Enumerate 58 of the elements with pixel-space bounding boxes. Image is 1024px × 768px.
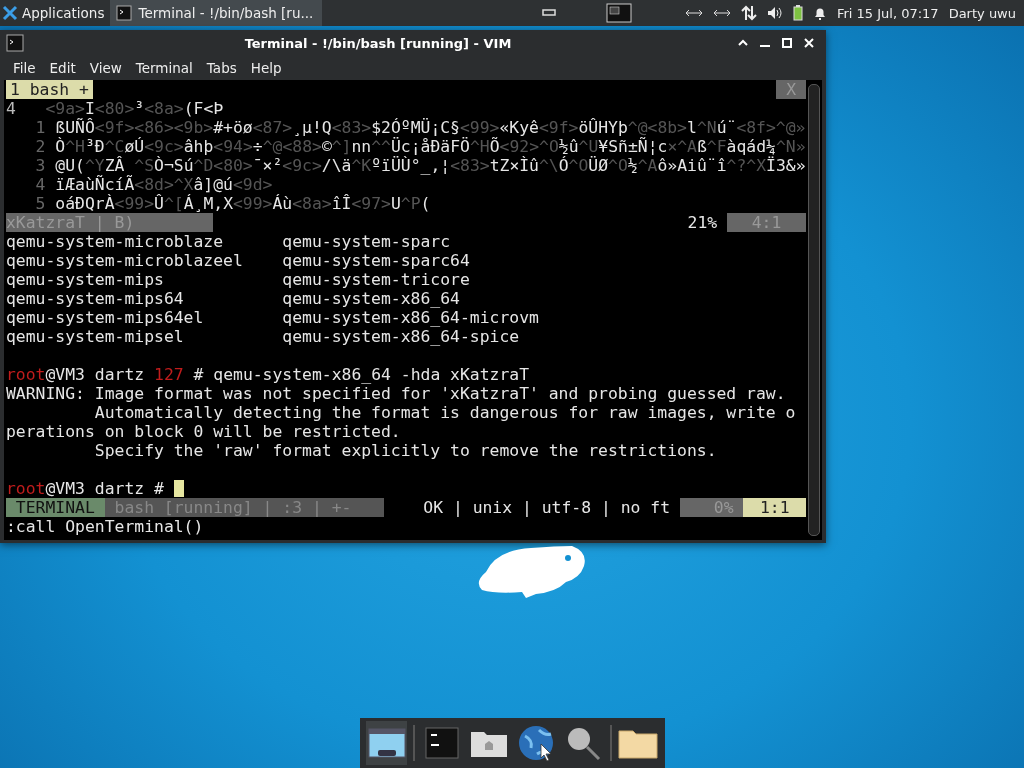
cursor-position: 1:1 [743, 498, 806, 517]
menu-item[interactable]: Terminal [128, 60, 200, 76]
x-logo-icon [2, 5, 18, 21]
file-info: OK | unix | utf-8 | no ft [423, 498, 670, 517]
window-title: Terminal - !/bin/bash [running] - VIM [243, 35, 513, 51]
scrollbar[interactable] [808, 84, 820, 536]
line-number: 1 [34, 118, 47, 137]
mode-indicator: TERMINAL [6, 498, 105, 517]
line-number: 2 [34, 137, 47, 156]
minimize-icon [760, 45, 770, 47]
output-line: perations on block 0 will be restricted. [6, 422, 401, 441]
output-line: qemu-system-microblaze qemu-system-sparc [6, 232, 451, 251]
clock[interactable]: Fri 15 Jul, 07:17 [836, 5, 939, 21]
line-number: 4 [6, 99, 17, 118]
menu-item[interactable]: View [82, 60, 129, 76]
code-line: ßUÑÔ<9f><86><9b>#+öø<87>¸µ!Q<83>$2ÓºMÜ¡C§<99>«Kyê<9f>öÛHYþ^@<8b>l^Nú¨<8f>^@» [55, 118, 806, 137]
code-line: <9a>I<80>³<8a>(F<Þ [45, 99, 224, 118]
terminal-icon [6, 34, 24, 52]
output-line: qemu-system-mips64 qemu-system-x86_64 [6, 289, 460, 308]
taskbar-button[interactable]: Terminal - !/bin/bash [ru... [110, 0, 323, 26]
code-line: oáÐQrÀ<99>Û^[Á¸M,X<99>Áù<8a>îÎ<97>U^P( [55, 194, 431, 213]
square-icon [782, 38, 792, 48]
minimize-icon [542, 9, 557, 17]
applications-menu[interactable]: Applications [0, 0, 111, 26]
prompt-line: root@VM3 dartz # [6, 479, 165, 498]
code-line: @U(^YZÂ ^SÒ¬Sú^D<80>¯×²<9c>/\ä^KºïÜÙ°_,¦<83>tZ×Ìû^\Ó^OÜØ^O½^Aô»Aiû¨î^?^XÏ3&» [55, 156, 806, 175]
volume-icon [766, 6, 783, 20]
bell-icon [812, 6, 827, 20]
command-line: :call OpenTerminal() [6, 517, 204, 536]
scroll-percent: 21% [687, 213, 718, 232]
menu-item[interactable]: Edit [42, 60, 83, 76]
output-line: qemu-system-mips64el qemu-system-x86_64-microvm [6, 308, 539, 327]
line-number: 3 [34, 156, 47, 175]
code-line: ïÆaùÑcíÃ<8d>^Xâ]@ú<9d> [55, 175, 273, 194]
output-line: qemu-system-mips qemu-system-tricore [6, 270, 470, 289]
output-line: qemu-system-microblazeel qemu-system-sparc64 [6, 251, 470, 270]
menu-item[interactable]: Tabs [199, 60, 244, 76]
workspace-icon [606, 3, 633, 23]
transfer-icon [740, 5, 757, 21]
output-line: qemu-system-mipsel qemu-system-x86_64-spice [6, 327, 520, 346]
menu-item[interactable]: File [6, 60, 43, 76]
code-line: Ò^H³Ð^CøÚ<9c>âhþ<94>÷^@<88>©^]nn^^Üc¡åÐäFÖ^HÕ<92>^O½û^U¥Sñ±Ñ¦c×^Aß^Fàqád¼^N» [55, 137, 806, 156]
terminal-icon [116, 5, 133, 21]
output-line: Specify the 'raw' format explicitly to remove the restrictions. [93, 441, 717, 460]
menu-item[interactable]: Help [243, 60, 289, 76]
network-icon [684, 8, 703, 18]
desktop-button[interactable] [366, 721, 408, 765]
prompt-line: root@VM3 dartz 127 # qemu-system-x86_64 -hda xKatzraT [6, 365, 530, 384]
line-number: 5 [34, 194, 47, 213]
close-icon [804, 38, 814, 48]
line-number: 4 [34, 175, 47, 194]
user-name[interactable]: Darty uwu [948, 5, 1016, 21]
vim-tab[interactable]: 1 bash + [6, 80, 93, 99]
output-line: WARNING: Image format was not specified for 'xKatzraT' and probing guessed raw. [6, 384, 786, 403]
battery-icon [792, 5, 803, 21]
output-line: Automatically detecting the format is dangerous for raw images, write o [93, 403, 796, 422]
network-icon [712, 8, 731, 18]
caret-up-icon [738, 39, 748, 47]
